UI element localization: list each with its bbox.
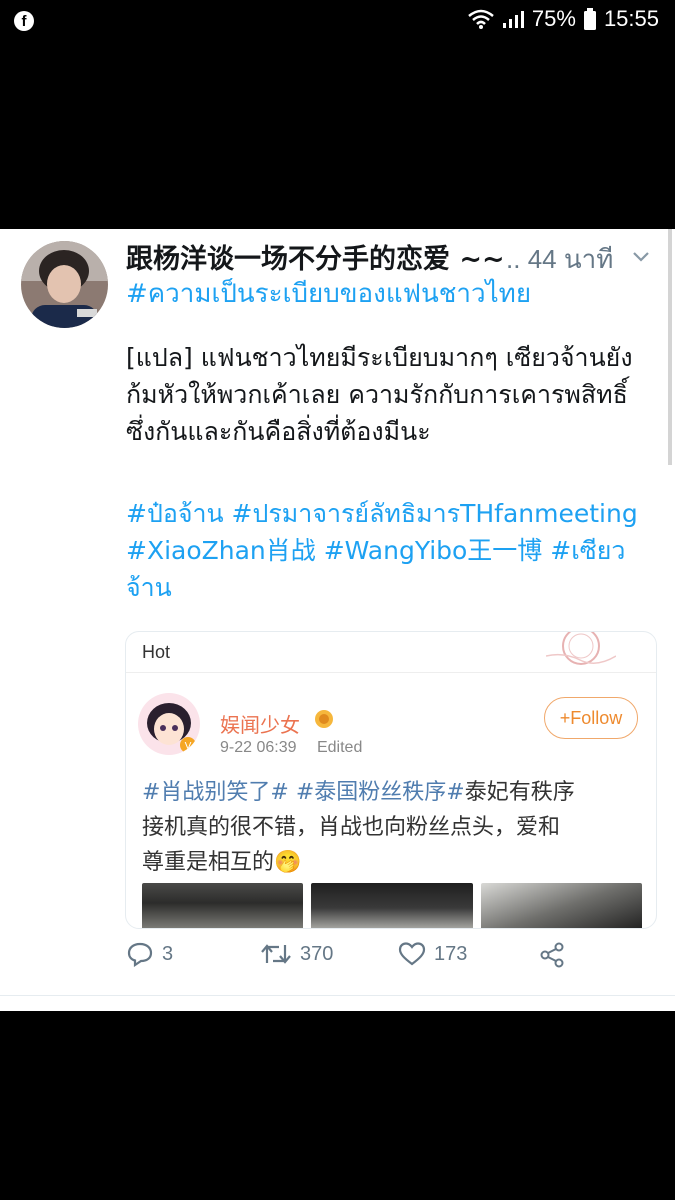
clock: 15:55 [603, 6, 659, 31]
weibo-time: 9-22 06:39 [220, 739, 297, 756]
weibo-text-line: 接机真的很不错，肖战也向粉丝点头，爱和 [142, 815, 561, 840]
scrollbar[interactable] [668, 229, 672, 465]
photo-thumbnail[interactable] [142, 883, 304, 928]
embedded-media[interactable]: Hot V 娱闻少女 9-22 06:39 Edited +Follow #肖战… [125, 631, 657, 929]
like-count: 173 [434, 942, 468, 965]
stamp-icon [546, 632, 616, 665]
reply-icon [127, 942, 153, 967]
retweet-action[interactable]: 370 [260, 941, 333, 967]
display-name[interactable]: 跟杨洋谈一场不分手的恋爱 ~~ [126, 237, 505, 276]
hashtag-line[interactable]: #ป๋อจ้าน #ปรมาจารย์ลัทธิมารTHfanmeeting [126, 495, 666, 532]
follow-button[interactable]: +Follow [544, 697, 638, 739]
photo-thumbnail[interactable] [480, 883, 642, 928]
hashtag-line[interactable]: จ้าน [126, 569, 666, 606]
weibo-text-part: 泰妃有秩序 [464, 780, 575, 805]
weibo-avatar[interactable]: V [138, 693, 200, 755]
body-line: ก้มหัวให้พวกเค้าเลย ความรักกับการเคารพสิ… [126, 380, 628, 409]
divider [0, 995, 675, 996]
avatar[interactable] [21, 241, 108, 328]
weibo-username[interactable]: 娱闻少女 [220, 709, 300, 738]
weibo-meta: 9-22 06:39 Edited [220, 739, 378, 757]
retweet-count: 370 [300, 942, 334, 965]
retweet-icon [261, 944, 291, 964]
body-line: ซึ่งกันและกันคือสิ่งที่ต้องมีนะ [126, 417, 431, 446]
status-indicators: 75% 15:55 [468, 6, 659, 32]
body-line: [แปล] แฟนชาวไทยมีระเบียบมากๆ เซียวจ้านยั… [126, 343, 633, 372]
photo-thumbnail[interactable] [311, 883, 473, 928]
weibo-photos [142, 883, 642, 928]
hashtag-link[interactable]: #ความเป็นระเบียบของแฟนชาวไทย [126, 273, 531, 314]
chevron-down-icon[interactable] [632, 251, 650, 263]
weibo-text: #肖战别笑了# #泰国粉丝秩序#泰妃有秩序 接机真的很不错，肖战也向粉丝点头，爱… [142, 775, 642, 880]
reply-count: 3 [162, 942, 174, 965]
battery-percent: 75% [531, 6, 576, 31]
tweet-body: [แปล] แฟนชาวไทยมีระเบียบมากๆ เซียวจ้านยั… [126, 339, 666, 450]
tweet-header: 跟杨洋谈一场不分手的恋爱 ~~ .. 44 นาที [126, 235, 666, 275]
share-icon [540, 942, 564, 968]
hashtag-line[interactable]: #XiaoZhan肖战 #WangYibo王一博 #เซียว [126, 532, 666, 569]
tweet-actions: 3 370 173 [126, 941, 626, 981]
tweet-card[interactable]: 跟杨洋谈一场不分手的恋爱 ~~ .. 44 นาที #ความเป็นระเบ… [0, 229, 675, 1011]
share-action[interactable] [538, 941, 566, 969]
medal-icon [314, 709, 334, 734]
time-prefix: .. [506, 244, 521, 274]
weibo-post: V 娱闻少女 9-22 06:39 Edited +Follow #肖战别笑了#… [126, 672, 656, 928]
facebook-icon: f [14, 11, 34, 31]
hot-label: Hot [142, 642, 171, 662]
hot-header: Hot [126, 632, 656, 672]
emoji-icon: 🤭 [274, 850, 302, 875]
weibo-tag[interactable]: #肖战别笑了# [142, 780, 289, 805]
weibo-tag[interactable]: #泰国粉丝秩序# [296, 780, 465, 805]
wifi-icon [468, 9, 494, 29]
time-value: 44 นาที [527, 244, 614, 274]
like-action[interactable]: 173 [398, 941, 467, 967]
status-bar: f 75% 15:55 [0, 0, 675, 44]
edited-label: Edited [316, 739, 363, 756]
weibo-text-line: 尊重是相互的 [142, 850, 275, 875]
svg-text:V: V [185, 741, 192, 752]
battery-icon [583, 8, 596, 30]
reply-action[interactable]: 3 [126, 941, 173, 967]
heart-icon [398, 942, 426, 966]
tweet-hashtags: #ป๋อจ้าน #ปรมาจารย์ลัทธิมารTHfanmeeting … [126, 495, 666, 606]
signal-icon [502, 11, 524, 28]
